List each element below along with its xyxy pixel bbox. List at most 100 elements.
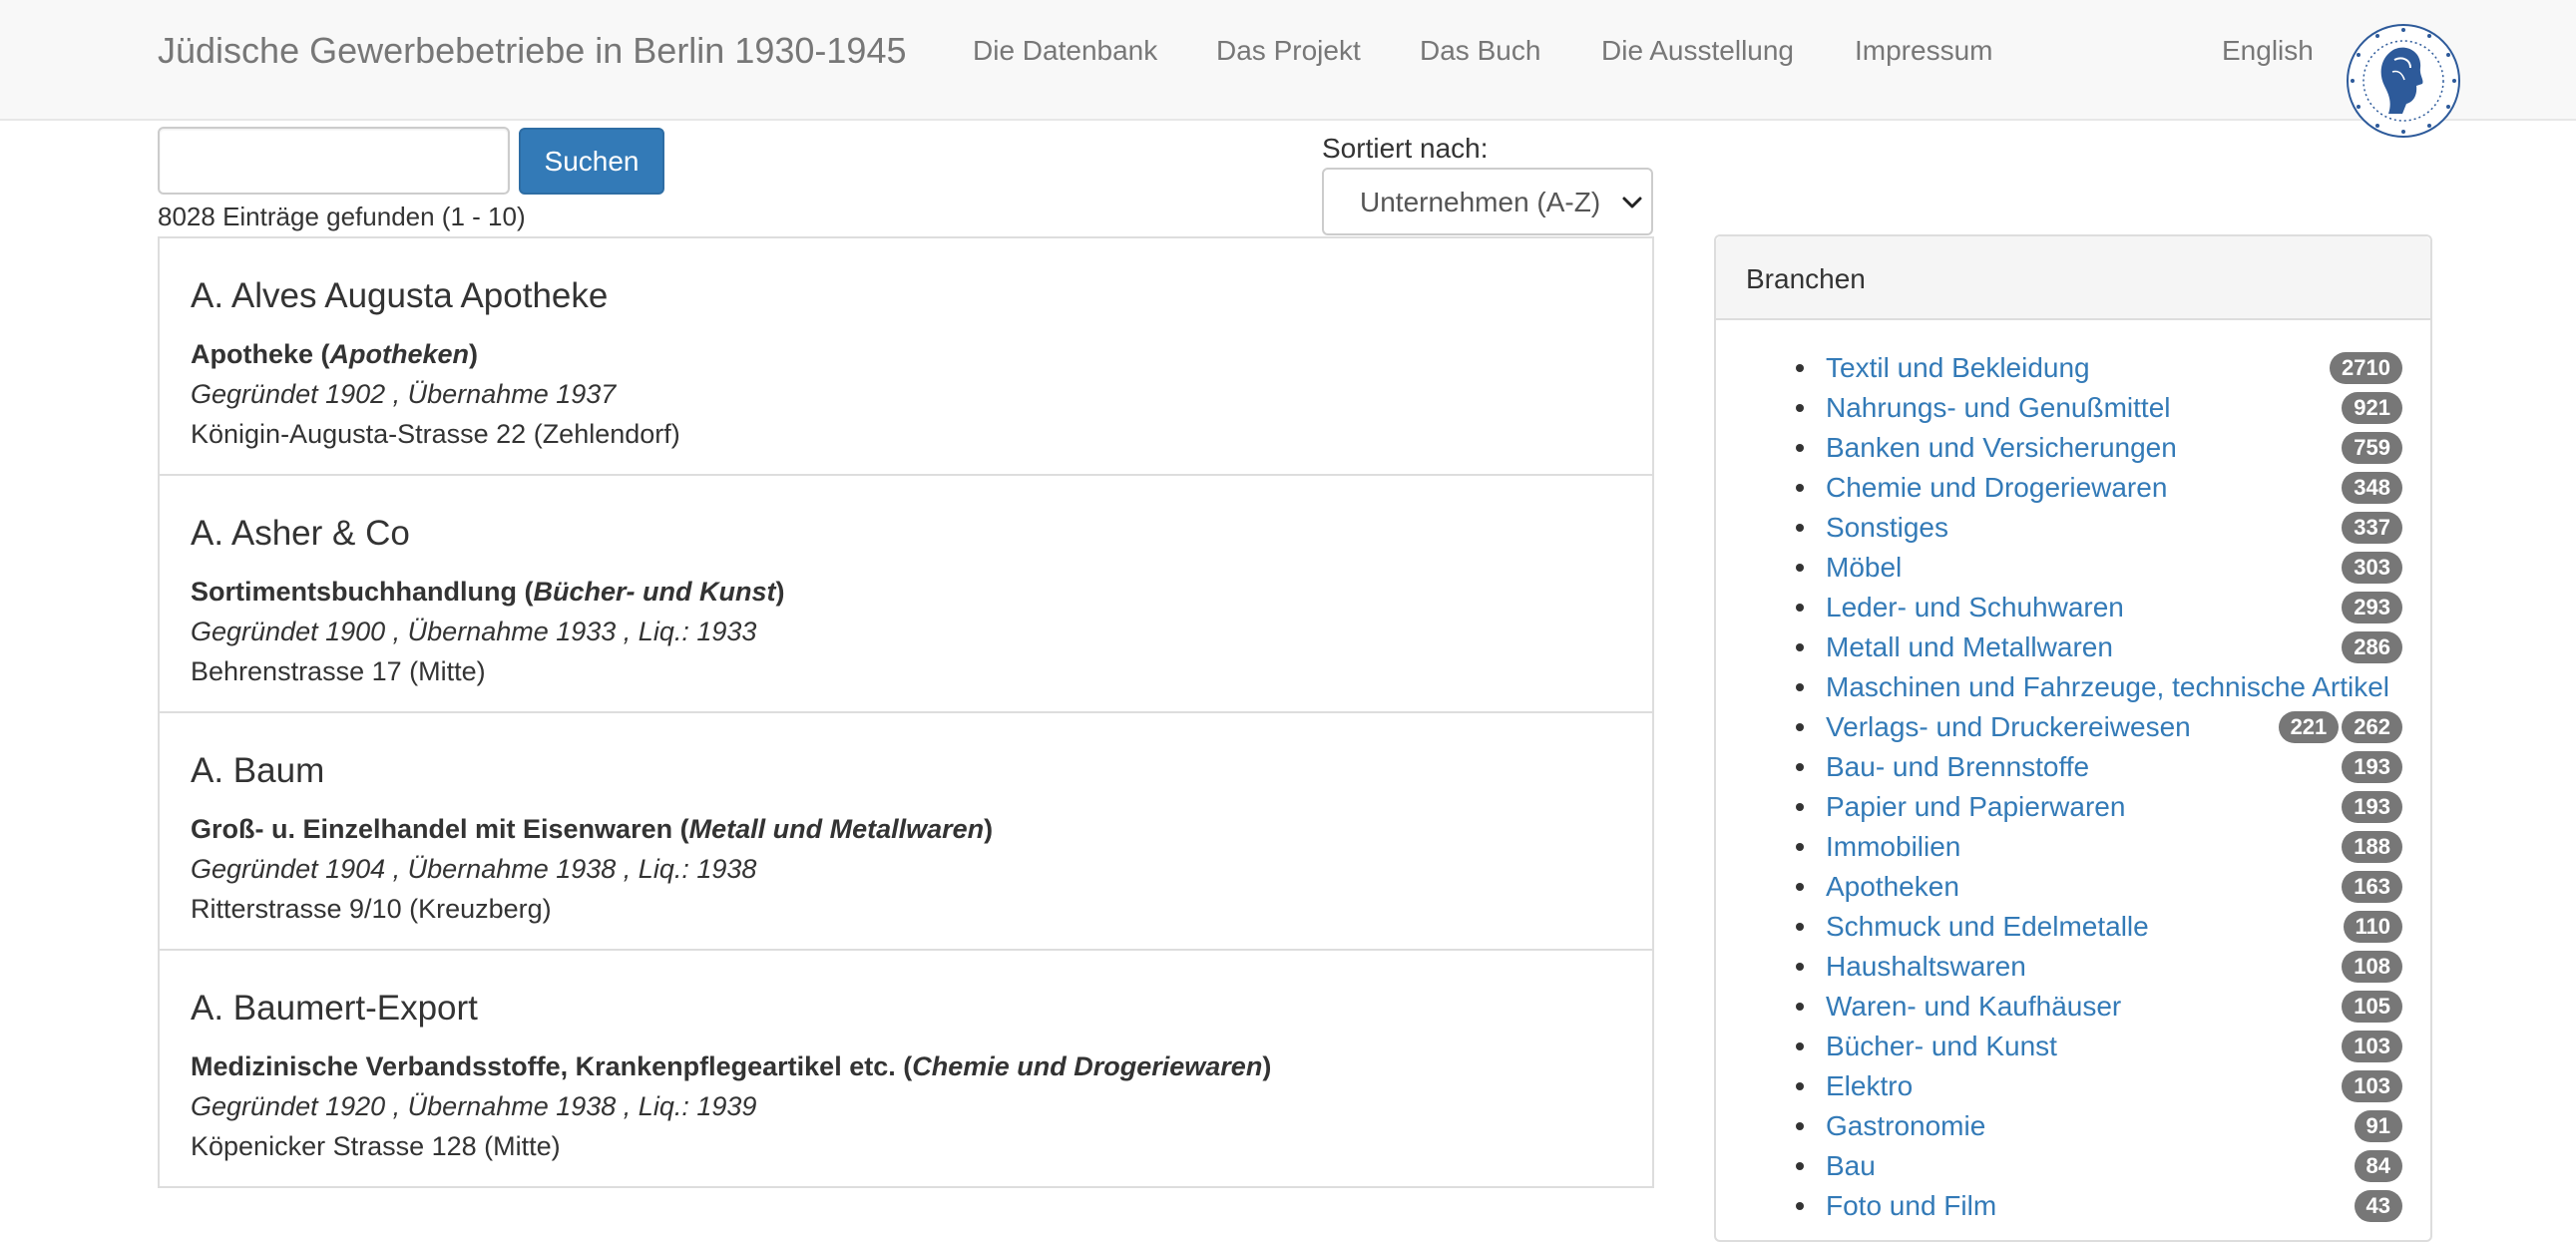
- branch-item[interactable]: Leder- und Schuhwaren 293: [1716, 588, 2430, 627]
- count-badge: 103: [2342, 1031, 2402, 1062]
- branch-item[interactable]: Papier und Papierwaren 193: [1716, 787, 2430, 827]
- branch-item[interactable]: Chemie und Drogeriewaren 348: [1716, 468, 2430, 508]
- count-badge: 303: [2342, 552, 2402, 584]
- branch-count-group: 103: [2342, 1031, 2402, 1062]
- branch-link[interactable]: Bau: [1826, 1150, 1876, 1182]
- branch-item[interactable]: Bau- und Brennstoffe 193: [1716, 747, 2430, 787]
- branch-count-group: 105: [2342, 991, 2402, 1023]
- result-entry[interactable]: A. Baum Groß- u. Einzelhandel mit Eisenw…: [158, 713, 1654, 951]
- branch-count-group: 193: [2342, 751, 2402, 783]
- branch-count-group: 2710: [2330, 352, 2402, 384]
- count-badge: 2710: [2330, 352, 2402, 384]
- branch-link[interactable]: Verlags- und Druckereiwesen: [1826, 711, 2191, 743]
- branch-link[interactable]: Foto und Film: [1826, 1190, 1996, 1222]
- result-entry[interactable]: A. Alves Augusta Apotheke Apotheke (Apot…: [158, 238, 1654, 476]
- branch-link[interactable]: Waren- und Kaufhäuser: [1826, 991, 2121, 1023]
- navbar: Jüdische Gewerbebetriebe in Berlin 1930-…: [0, 0, 2576, 138]
- branch-link[interactable]: Bücher- und Kunst: [1826, 1031, 2057, 1062]
- branch-item[interactable]: Textil und Bekleidung 2710: [1716, 348, 2430, 388]
- branch-item[interactable]: Bau 84: [1716, 1146, 2430, 1186]
- entry-type: Sortimentsbuchhandlung (Bücher- und Kuns…: [191, 577, 785, 607]
- entry-title[interactable]: A. Asher & Co: [191, 514, 410, 554]
- result-count: 8028 Einträge gefunden (1 - 10): [158, 202, 526, 231]
- count-badge: 193: [2342, 791, 2402, 823]
- branch-item[interactable]: Metall und Metallwaren 286: [1716, 627, 2430, 667]
- language-switch[interactable]: English: [2222, 35, 2314, 67]
- branch-link[interactable]: Haushaltswaren: [1826, 951, 2026, 983]
- branch-link[interactable]: Bau- und Brennstoffe: [1826, 751, 2089, 783]
- count-badge: 103: [2342, 1070, 2402, 1102]
- branch-item[interactable]: Möbel 303: [1716, 548, 2430, 588]
- branch-item[interactable]: Apotheken 163: [1716, 867, 2430, 907]
- nav-item-ausstellung[interactable]: Die Ausstellung: [1601, 35, 1794, 67]
- branch-item[interactable]: Haushaltswaren 108: [1716, 947, 2430, 987]
- nav-item-buch[interactable]: Das Buch: [1420, 35, 1540, 67]
- entry-title[interactable]: A. Alves Augusta Apotheke: [191, 276, 608, 316]
- branch-link[interactable]: Elektro: [1826, 1070, 1913, 1102]
- branch-item[interactable]: Nahrungs- und Genußmittel 921: [1716, 388, 2430, 428]
- branch-count-group: 108: [2342, 951, 2402, 983]
- branch-item[interactable]: Gastronomie 91: [1716, 1106, 2430, 1146]
- branch-item[interactable]: Sonstiges 337: [1716, 508, 2430, 548]
- branch-link[interactable]: Nahrungs- und Genußmittel: [1826, 392, 2171, 424]
- branch-count-group: 193: [2342, 791, 2402, 823]
- entry-title[interactable]: A. Baum: [191, 751, 324, 791]
- bullet-icon: [1796, 484, 1804, 492]
- result-entry[interactable]: A. Asher & Co Sortimentsbuchhandlung (Bü…: [158, 476, 1654, 713]
- branch-count-group: 188: [2342, 831, 2402, 863]
- branch-link[interactable]: Möbel: [1826, 552, 1902, 584]
- nav-item-impressum[interactable]: Impressum: [1855, 35, 1992, 67]
- bullet-icon: [1796, 1122, 1804, 1130]
- bullet-icon: [1796, 364, 1804, 372]
- branch-link[interactable]: Immobilien: [1826, 831, 1960, 863]
- branch-item[interactable]: Maschinen und Fahrzeuge, technische Arti…: [1716, 667, 2430, 707]
- branch-count-group: 110: [2343, 911, 2402, 943]
- branch-link[interactable]: Papier und Papierwaren: [1826, 791, 2125, 823]
- humboldt-university-seal-icon[interactable]: [2345, 22, 2462, 140]
- entry-address: Königin-Augusta-Strasse 22 (Zehlendorf): [191, 419, 680, 449]
- branch-link[interactable]: Apotheken: [1826, 871, 1959, 903]
- sort-selected-value: Unternehmen (A-Z): [1360, 187, 1601, 217]
- search-input[interactable]: [158, 127, 510, 195]
- branch-link[interactable]: Sonstiges: [1826, 512, 1948, 544]
- branch-link[interactable]: Chemie und Drogeriewaren: [1826, 472, 2167, 504]
- bullet-icon: [1796, 444, 1804, 452]
- bullet-icon: [1796, 1082, 1804, 1090]
- branch-item[interactable]: Schmuck und Edelmetalle 110: [1716, 907, 2430, 947]
- branch-item[interactable]: Verlags- und Druckereiwesen 221 262: [1716, 707, 2430, 747]
- branch-count-group: 91: [2354, 1110, 2402, 1142]
- bullet-icon: [1796, 1202, 1804, 1210]
- result-entry[interactable]: A. Baumert-Export Medizinische Verbandss…: [158, 951, 1654, 1188]
- branch-link[interactable]: Banken und Versicherungen: [1826, 432, 2177, 464]
- branch-item[interactable]: Elektro 103: [1716, 1066, 2430, 1106]
- nav-item-projekt[interactable]: Das Projekt: [1216, 35, 1361, 67]
- branch-link[interactable]: Schmuck und Edelmetalle: [1826, 911, 2149, 943]
- count-badge: 921: [2342, 392, 2402, 424]
- site-brand[interactable]: Jüdische Gewerbebetriebe in Berlin 1930-…: [158, 30, 906, 72]
- nav-item-datenbank[interactable]: Die Datenbank: [973, 35, 1157, 67]
- branch-item[interactable]: Waren- und Kaufhäuser 105: [1716, 987, 2430, 1027]
- entry-type: Medizinische Verbandsstoffe, Krankenpfle…: [191, 1051, 1272, 1081]
- entry-founded: Gegründet 1900 , Übernahme 1933 , Liq.: …: [191, 617, 757, 646]
- bullet-icon: [1796, 604, 1804, 612]
- bullet-icon: [1796, 404, 1804, 412]
- branch-item[interactable]: Foto und Film 43: [1716, 1186, 2430, 1226]
- branch-item[interactable]: Immobilien 188: [1716, 827, 2430, 867]
- branch-item[interactable]: Bücher- und Kunst 103: [1716, 1027, 2430, 1066]
- entry-address: Ritterstrasse 9/10 (Kreuzberg): [191, 894, 552, 924]
- branch-count-group: 759: [2342, 432, 2402, 464]
- sort-select[interactable]: Unternehmen (A-Z): [1322, 168, 1653, 235]
- bullet-icon: [1796, 683, 1804, 691]
- branch-link[interactable]: Leder- und Schuhwaren: [1826, 592, 2124, 623]
- search-button[interactable]: Suchen: [519, 128, 664, 195]
- entry-address: Behrenstrasse 17 (Mitte): [191, 656, 486, 686]
- branch-link[interactable]: Maschinen und Fahrzeuge, technische Arti…: [1826, 671, 2389, 703]
- count-badge: 163: [2342, 871, 2402, 903]
- count-badge: 337: [2342, 512, 2402, 544]
- chevron-down-icon: [1622, 197, 1642, 208]
- branch-link[interactable]: Metall und Metallwaren: [1826, 631, 2113, 663]
- branch-item[interactable]: Banken und Versicherungen 759: [1716, 428, 2430, 468]
- branch-link[interactable]: Gastronomie: [1826, 1110, 1985, 1142]
- entry-title[interactable]: A. Baumert-Export: [191, 989, 478, 1029]
- branch-link[interactable]: Textil und Bekleidung: [1826, 352, 2090, 384]
